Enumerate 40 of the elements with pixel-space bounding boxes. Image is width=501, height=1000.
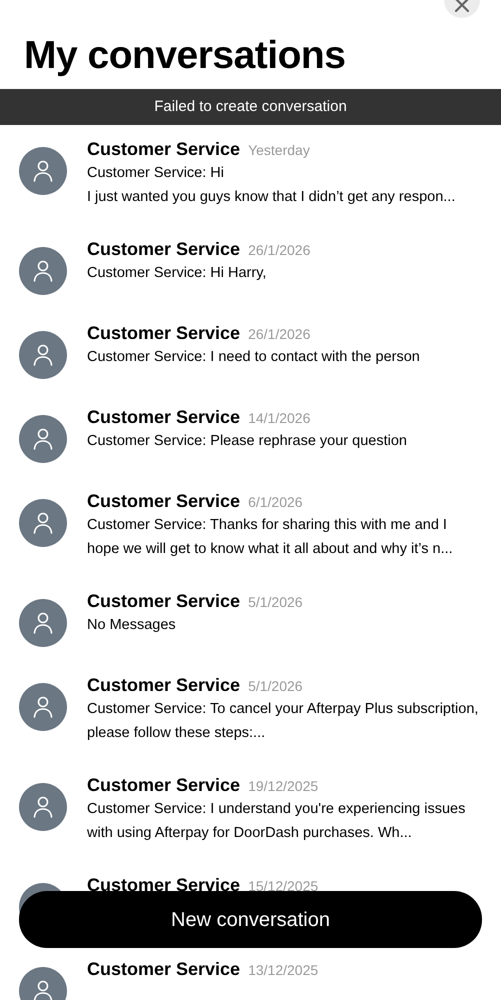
page-title: My conversations <box>24 35 346 78</box>
person-icon <box>33 980 53 1000</box>
error-banner: Failed to create conversation <box>0 88 501 125</box>
message-preview: Customer Service: I understand you're experiencing issues with using Afterpay for DoorDash purchases. Wh... <box>87 800 466 843</box>
contact-name: Customer Service <box>87 406 240 429</box>
person-icon <box>33 512 53 534</box>
person-icon <box>33 796 53 818</box>
message-preview: I just wanted you guys know that I didn’t get any respon... <box>87 188 456 207</box>
person-icon <box>33 696 53 718</box>
message-date: 13/12/2025 <box>248 960 318 980</box>
contact-name: Customer Service <box>87 674 240 697</box>
message-date: 26/1/2026 <box>248 240 310 260</box>
message-preview: No Messages <box>87 616 177 635</box>
contact-name: Customer Service <box>87 774 240 797</box>
contact-name: Customer Service <box>87 238 240 261</box>
message-date: 5/1/2026 <box>248 676 303 696</box>
contact-name: Customer Service <box>87 490 240 513</box>
contact-name: Customer Service <box>87 590 240 613</box>
message-date: 19/12/2025 <box>248 776 318 796</box>
message-date: 14/1/2026 <box>248 408 310 428</box>
message-preview: Customer Service: Please rephrase your question <box>87 432 407 451</box>
message-date: 6/1/2026 <box>248 492 303 512</box>
person-icon <box>33 160 53 182</box>
person-icon <box>33 260 53 282</box>
person-icon <box>33 344 53 366</box>
close-icon <box>455 0 469 12</box>
message-preview: Customer Service: Thanks for sharing this with me and I hope we will get to know what it all about and why it’s n... <box>87 516 454 559</box>
message-date: Yesterday <box>248 140 310 160</box>
contact-name: Customer Service <box>87 958 240 981</box>
message-date: 5/1/2026 <box>248 592 303 612</box>
message-date: 26/1/2026 <box>248 324 310 344</box>
message-preview: Customer Service: I need to contact with the person <box>87 348 420 367</box>
person-icon <box>33 612 53 634</box>
message-preview: Customer Service: Hi <box>87 164 225 183</box>
person-icon <box>33 428 53 450</box>
message-preview: Customer Service: Hi Harry, <box>87 264 268 283</box>
contact-name: Customer Service <box>87 322 240 345</box>
message-preview: Customer Service: To cancel your Afterpay Plus subscription, please follow these steps:... <box>87 700 480 743</box>
new-conversation-button[interactable]: New conversation <box>19 891 482 948</box>
contact-name: Customer Service <box>87 138 240 161</box>
